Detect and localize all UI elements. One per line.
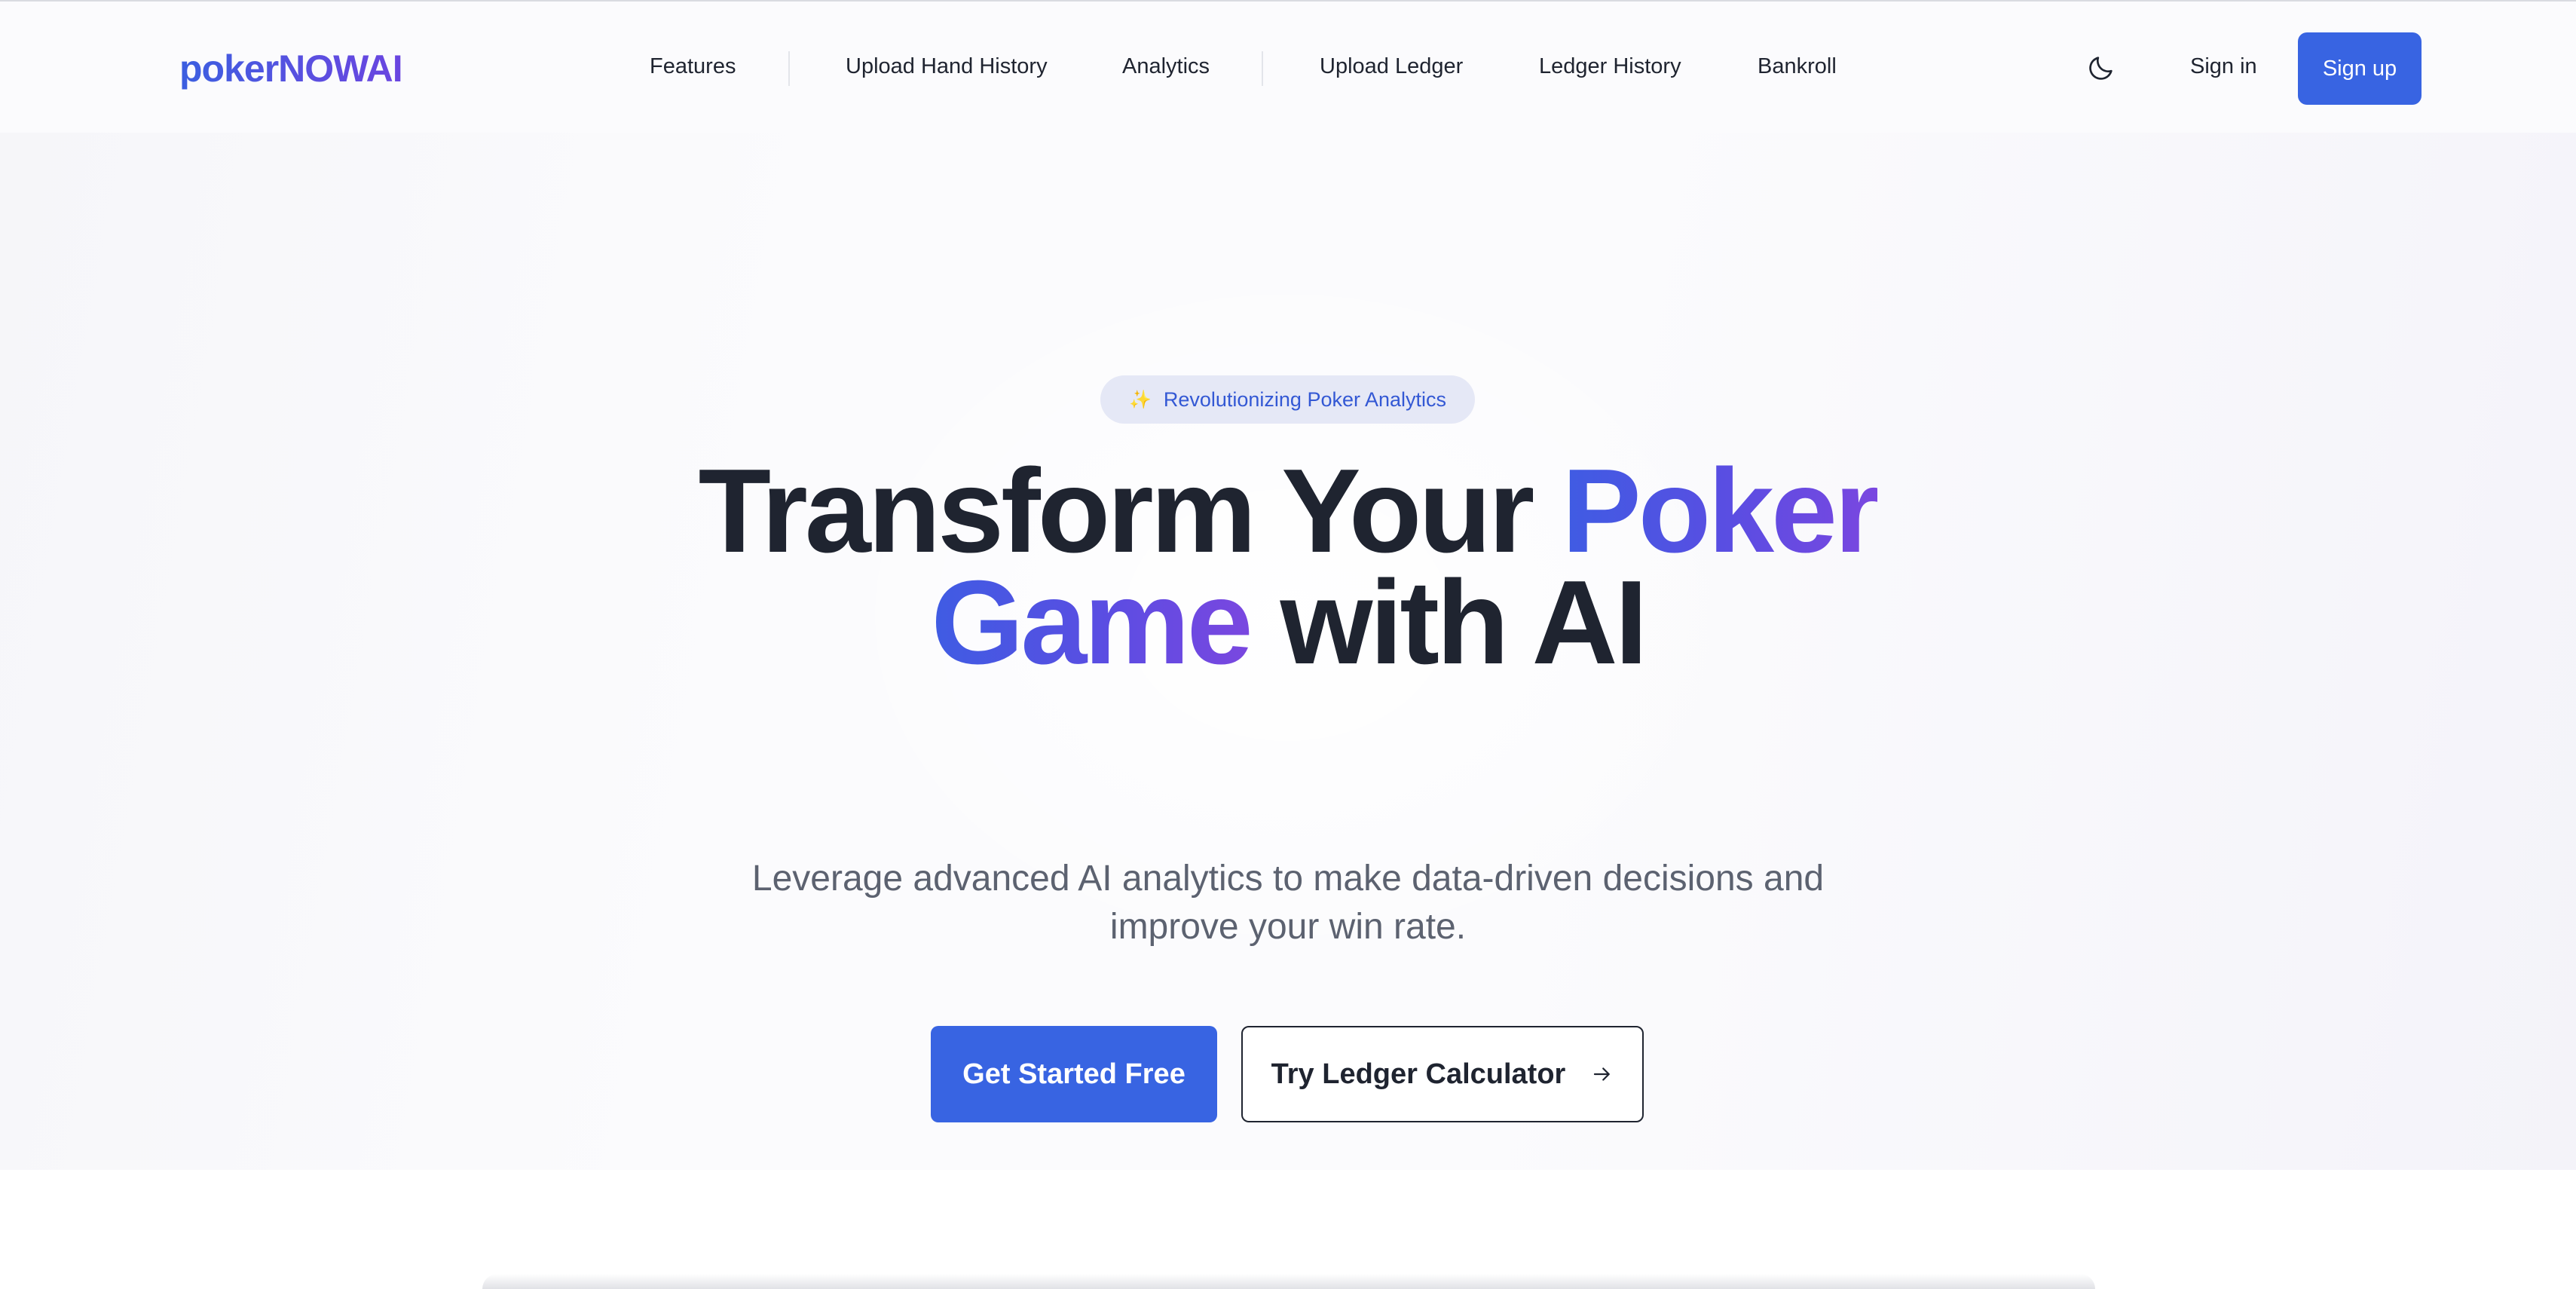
navbar: pokerNOWAI Features Upload Hand History … bbox=[0, 2, 2576, 133]
logo[interactable]: pokerNOWAI bbox=[179, 47, 403, 90]
nav-link-bankroll[interactable]: Bankroll bbox=[1758, 54, 1837, 79]
nav-link-ledger-history[interactable]: Ledger History bbox=[1539, 54, 1681, 79]
badge-text: Revolutionizing Poker Analytics bbox=[1163, 387, 1447, 411]
signup-button[interactable]: Sign up bbox=[2298, 32, 2422, 105]
ledger-calculator-button[interactable]: Try Ledger Calculator bbox=[1241, 1026, 1644, 1122]
hero-subtext: Leverage advanced AI analytics to make d… bbox=[0, 855, 2576, 951]
arrow-right-icon bbox=[1594, 1067, 1611, 1081]
theme-toggle-button[interactable] bbox=[2080, 47, 2122, 89]
headline-highlight: Game bbox=[931, 556, 1253, 689]
signin-link[interactable]: Sign in bbox=[2190, 54, 2257, 79]
nav-link-analytics[interactable]: Analytics bbox=[1122, 54, 1210, 79]
ledger-calculator-label: Try Ledger Calculator bbox=[1271, 1058, 1566, 1090]
moon-icon bbox=[2089, 57, 2113, 80]
page: pokerNOWAI Features Upload Hand History … bbox=[0, 0, 2576, 1289]
next-section-card-edge bbox=[482, 1274, 2095, 1289]
sparkles-icon: ✨ bbox=[1128, 389, 1152, 410]
get-started-button[interactable]: Get Started Free bbox=[931, 1026, 1217, 1122]
hero-headline: Transform Your Poker Game with AI bbox=[0, 452, 2576, 682]
nav-divider bbox=[1262, 51, 1263, 86]
announcement-badge: ✨ Revolutionizing Poker Analytics bbox=[1100, 375, 1475, 424]
nav-divider bbox=[788, 51, 790, 86]
nav-link-features[interactable]: Features bbox=[650, 54, 736, 79]
subtext-line: Leverage advanced AI analytics to make d… bbox=[751, 859, 1825, 899]
nav-link-upload-hand-history[interactable]: Upload Hand History bbox=[846, 54, 1048, 79]
subtext-line: improve your win rate. bbox=[1109, 907, 1467, 947]
hero-section: ✨ Revolutionizing Poker Analytics Transf… bbox=[0, 133, 2576, 1170]
headline-text: with AI bbox=[1250, 556, 1648, 689]
nav-link-upload-ledger[interactable]: Upload Ledger bbox=[1320, 54, 1463, 79]
